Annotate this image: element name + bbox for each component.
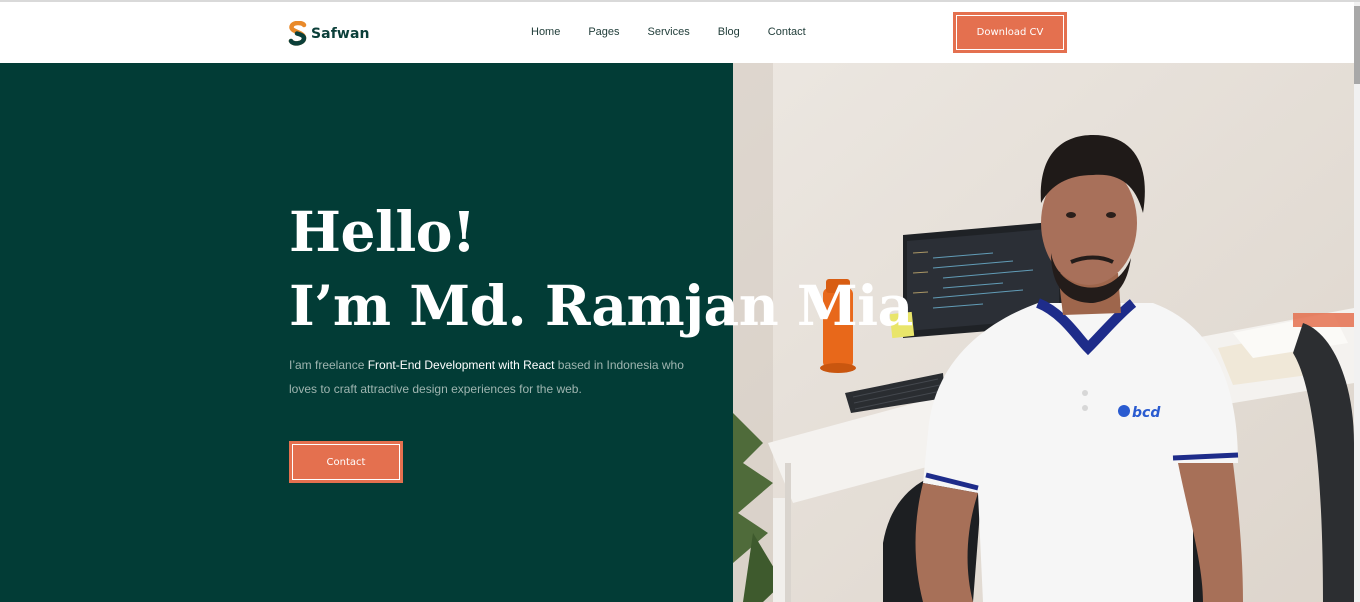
hero-name: I’m Md. Ramjan Mia [289,273,913,338]
logo-s-icon [288,21,307,46]
nav-services[interactable]: Services [648,26,690,38]
main-nav: Home Pages Services Blog Contact [531,26,806,38]
nav-contact[interactable]: Contact [768,26,806,38]
hero-desc-highlight: Front-End Development with React [367,358,555,372]
download-cv-label: Download CV [956,15,1064,50]
hero-contact-button[interactable]: Contact [289,441,403,483]
hero-greeting: Hello! [289,199,476,264]
hero-description: I’am freelance Front-End Development wit… [289,353,709,401]
hero-desc-prefix: I’am freelance [289,358,368,372]
hero-heading: Hello! I’m Md. Ramjan Mia [289,195,913,343]
brand-name: Safwan [311,25,370,42]
hero-contact-label: Contact [292,444,400,480]
nav-home[interactable]: Home [531,26,560,38]
site-header: Safwan Home Pages Services Blog Contact … [0,2,1354,63]
scrollbar-thumb[interactable] [1354,6,1360,84]
brand-logo[interactable]: Safwan [288,21,370,46]
svg-text:bcd: bcd [1132,405,1161,421]
download-cv-button[interactable]: Download CV [953,12,1067,53]
nav-pages[interactable]: Pages [588,26,619,38]
nav-blog[interactable]: Blog [718,26,740,38]
page-scrollbar[interactable] [1354,2,1360,602]
